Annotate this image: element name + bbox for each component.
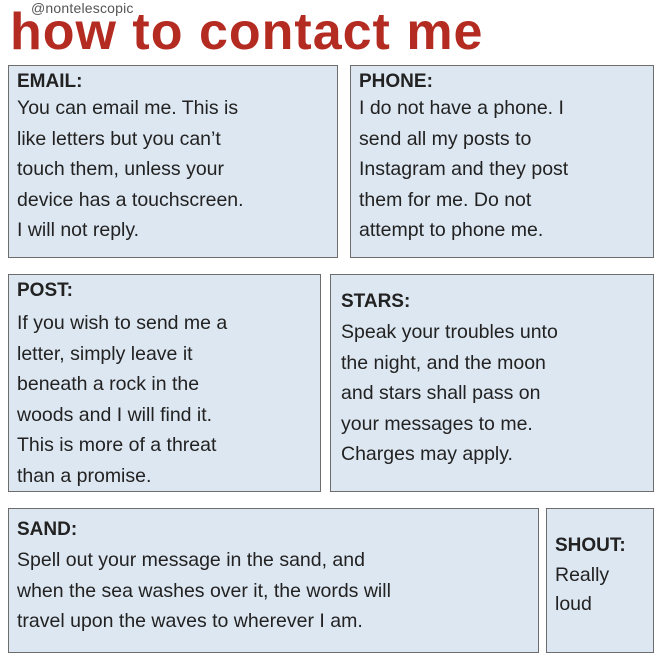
text-line: device has a touchscreen. (17, 188, 244, 211)
text-line: send all my posts to (359, 127, 532, 150)
text-line: Spell out your message in the sand, and (17, 549, 365, 571)
phone-heading: PHONE: (359, 71, 433, 92)
sand-box: SAND: Spell out your message in the sand… (8, 508, 539, 653)
stars-box: STARS: Speak your troubles unto the nigh… (330, 274, 654, 492)
stars-heading: STARS: (341, 291, 411, 312)
sand-text: Spell out your message in the sand, and … (17, 545, 530, 637)
text-line: the night, and the moon (341, 351, 546, 374)
phone-text: I do not have a phone. I send all my pos… (359, 93, 645, 246)
text-line: letter, simply leave it (17, 342, 193, 365)
text-line: woods and I will find it. (17, 403, 213, 426)
post-box: POST: If you wish to send me a letter, s… (8, 274, 321, 492)
email-text: You can email me. This is like letters b… (17, 93, 329, 246)
text-line: Speak your troubles unto (341, 321, 558, 343)
email-heading: EMAIL: (17, 71, 83, 92)
text-line: Instagram and they post (359, 158, 569, 180)
page-title: how to contact me (10, 3, 484, 61)
shout-text: Really loud (555, 561, 645, 619)
text-line: You can email me. This is (17, 97, 239, 119)
shout-box: SHOUT: Really loud (546, 508, 654, 653)
text-line: Charges may apply. (341, 443, 513, 465)
text-line: when the sea washes over it, the words w… (17, 579, 391, 602)
stars-text: Speak your troubles unto the night, and … (341, 317, 645, 470)
text-line: travel upon the waves to wherever I am. (17, 610, 363, 632)
text-line: your messages to me. (341, 412, 533, 435)
post-heading: POST: (17, 280, 73, 301)
text-line: I will not reply. (17, 219, 140, 241)
text-line: I do not have a phone. I (359, 97, 564, 119)
text-line: touch them, unless your (17, 158, 225, 180)
post-text: If you wish to send me a letter, simply … (17, 308, 312, 491)
text-line: them for me. Do not (359, 188, 532, 211)
email-box: EMAIL: You can email me. This is like le… (8, 65, 338, 258)
text-line: and stars shall pass on (341, 382, 541, 404)
text-line: loud (555, 593, 592, 615)
text-line: If you wish to send me a (17, 312, 228, 334)
phone-box: PHONE: I do not have a phone. I send all… (350, 65, 654, 258)
text-line: Really (555, 564, 610, 586)
text-line: This is more of a threat (17, 434, 217, 456)
shout-heading: SHOUT: (555, 535, 626, 556)
text-line: beneath a rock in the (17, 373, 200, 395)
sand-heading: SAND: (17, 519, 78, 540)
text-line: attempt to phone me. (359, 219, 544, 241)
text-line: like letters but you can’t (17, 127, 221, 150)
text-line: than a promise. (17, 464, 152, 487)
